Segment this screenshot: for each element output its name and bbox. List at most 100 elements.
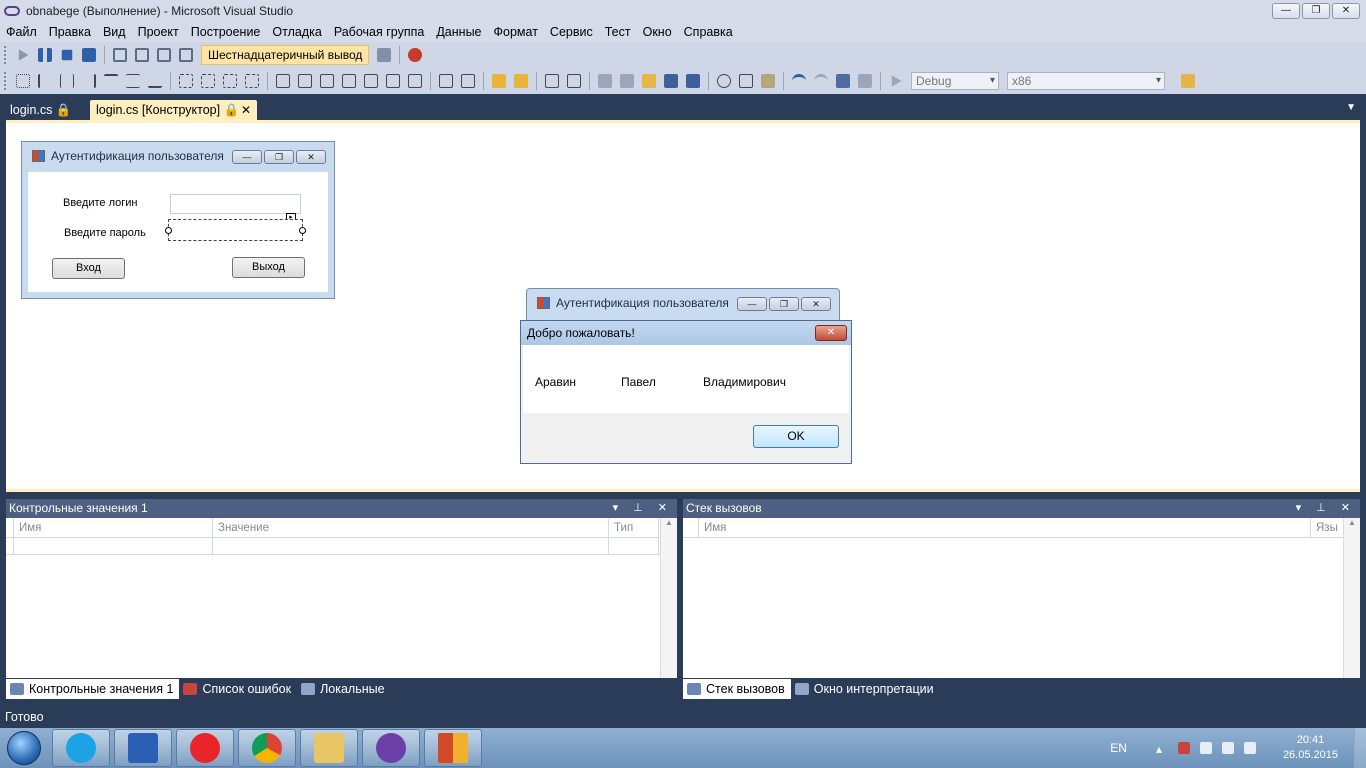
menu-view[interactable]: Вид [97, 25, 132, 39]
runtime-maximize-button[interactable]: ❐ [769, 297, 799, 311]
close-button[interactable]: ✕ [1332, 3, 1360, 19]
column-name[interactable]: Имя [699, 518, 1311, 537]
messagebox-close-button[interactable]: ✕ [815, 325, 847, 341]
language-indicator[interactable]: EN [1110, 741, 1127, 755]
bring-to-front-icon[interactable] [492, 74, 506, 88]
step-over-icon[interactable] [157, 48, 171, 62]
tab-login-designer[interactable]: login.cs [Конструктор] 🔒 ✕ [90, 100, 257, 120]
menu-help[interactable]: Справка [678, 25, 739, 39]
pause-icon[interactable] [38, 48, 52, 62]
menu-test[interactable]: Тест [599, 25, 637, 39]
align-bottoms-icon[interactable] [148, 74, 162, 88]
solution-platform-select[interactable]: x86 [1007, 72, 1165, 90]
step-into-icon[interactable] [135, 48, 149, 62]
column-name[interactable]: Имя [14, 518, 213, 537]
watch-scrollbar[interactable]: ▲ [660, 518, 677, 678]
tab-order-icon[interactable] [545, 74, 559, 88]
minimize-button[interactable]: — [1272, 3, 1300, 19]
menu-project[interactable]: Проект [132, 25, 185, 39]
taskbar-chrome[interactable] [238, 729, 296, 767]
send-to-back-icon[interactable] [514, 74, 528, 88]
copy-icon[interactable] [739, 74, 753, 88]
redo-icon[interactable] [814, 74, 828, 88]
taskbar-word[interactable] [114, 729, 172, 767]
menu-build[interactable]: Построение [185, 25, 267, 39]
new-project-icon[interactable] [598, 74, 612, 88]
center-vertically-icon[interactable] [461, 74, 475, 88]
callstack-scrollbar[interactable]: ▲ [1343, 518, 1360, 678]
tab-login-cs[interactable]: login.cs 🔒 [4, 100, 86, 120]
decrease-spacing-icon[interactable] [320, 74, 334, 88]
make-same-size-icon[interactable] [223, 74, 237, 88]
breakpoints-window-icon[interactable] [408, 48, 423, 62]
hex-display-button[interactable]: Шестнадцатеричный вывод [201, 45, 370, 65]
step-out-icon[interactable] [179, 48, 193, 62]
tab-locals[interactable]: Локальные [297, 679, 391, 699]
tab-dropdown-icon[interactable]: ▼ [1346, 102, 1356, 113]
taskbar-yandex[interactable] [176, 729, 234, 767]
panel-controls-icon[interactable]: ▾ ⊥ ✕ [1296, 499, 1356, 518]
menu-data[interactable]: Данные [430, 25, 487, 39]
scroll-up-icon[interactable]: ▲ [1344, 518, 1360, 527]
menu-window[interactable]: Окно [637, 25, 678, 39]
tab-error-list[interactable]: Список ошибок [179, 679, 297, 699]
size-to-grid-icon[interactable] [245, 74, 259, 88]
runtime-close-button[interactable]: ✕ [801, 297, 831, 311]
panel-controls-icon[interactable]: ▾ ⊥ ✕ [613, 499, 673, 518]
navigate-backward-icon[interactable] [836, 74, 850, 88]
design-form[interactable]: Аутентификация пользователя — ❐ ✕ Введит… [21, 141, 335, 299]
watch-row-empty[interactable] [6, 538, 677, 555]
menu-tools[interactable]: Сервис [544, 25, 599, 39]
align-lefts-icon[interactable] [38, 74, 52, 88]
runtime-minimize-button[interactable]: — [737, 297, 767, 311]
resize-handle-right[interactable] [299, 227, 306, 234]
align-centers-icon[interactable] [60, 74, 74, 88]
network-security-icon[interactable] [1177, 742, 1190, 754]
maximize-button[interactable]: ❐ [1302, 3, 1330, 19]
resize-handle-left[interactable] [165, 227, 172, 234]
threads-icon[interactable] [377, 48, 392, 62]
scroll-up-icon[interactable]: ▲ [661, 518, 677, 527]
show-hidden-icons-icon[interactable]: ▴ [1156, 742, 1168, 756]
increase-spacing-icon[interactable] [298, 74, 312, 88]
menu-format[interactable]: Формат [488, 25, 544, 39]
paste-icon[interactable] [761, 74, 775, 88]
login-textbox[interactable] [170, 194, 301, 214]
taskbar-visual-studio[interactable] [362, 729, 420, 767]
lock-controls-icon[interactable] [567, 74, 581, 88]
signal-icon[interactable] [1221, 742, 1234, 754]
decrease-vspacing-icon[interactable] [408, 74, 422, 88]
remove-spacing-icon[interactable] [342, 74, 356, 88]
align-to-grid-icon[interactable] [16, 74, 30, 88]
exit-button[interactable]: Выход [232, 257, 305, 278]
action-center-flag-icon[interactable] [1243, 742, 1256, 754]
horizontal-spacing-icon[interactable] [276, 74, 290, 88]
vertical-spacing-icon[interactable] [364, 74, 378, 88]
tab-watch-1[interactable]: Контрольные значения 1 [6, 679, 180, 699]
undo-icon[interactable] [792, 74, 806, 88]
taskbar-running-app[interactable] [424, 729, 482, 767]
tab-call-stack[interactable]: Стек вызовов [683, 679, 791, 699]
enter-button[interactable]: Вход [52, 258, 125, 279]
column-language[interactable]: Язы [1311, 518, 1343, 537]
show-next-statement-icon[interactable] [113, 48, 127, 62]
start-debugging-icon[interactable] [891, 75, 902, 87]
find-in-files-icon[interactable] [1181, 74, 1195, 88]
column-value[interactable]: Значение [213, 518, 609, 537]
align-tops-icon[interactable] [104, 74, 118, 88]
save-all-icon[interactable] [686, 74, 700, 88]
ok-button[interactable]: OK [753, 425, 839, 448]
save-icon[interactable] [664, 74, 678, 88]
password-label[interactable]: Введите пароль [64, 227, 146, 239]
make-same-height-icon[interactable] [201, 74, 215, 88]
increase-vspacing-icon[interactable] [386, 74, 400, 88]
close-tab-icon[interactable]: ✕ [241, 100, 251, 120]
center-horizontally-icon[interactable] [439, 74, 453, 88]
menu-debug[interactable]: Отладка [266, 25, 327, 39]
menu-edit[interactable]: Правка [43, 25, 97, 39]
solution-configuration-select[interactable]: Debug [911, 72, 999, 90]
stop-icon[interactable] [61, 49, 73, 61]
menu-file[interactable]: Файл [0, 25, 43, 39]
start-button[interactable] [0, 728, 48, 768]
toolbar-grip[interactable] [4, 72, 8, 90]
